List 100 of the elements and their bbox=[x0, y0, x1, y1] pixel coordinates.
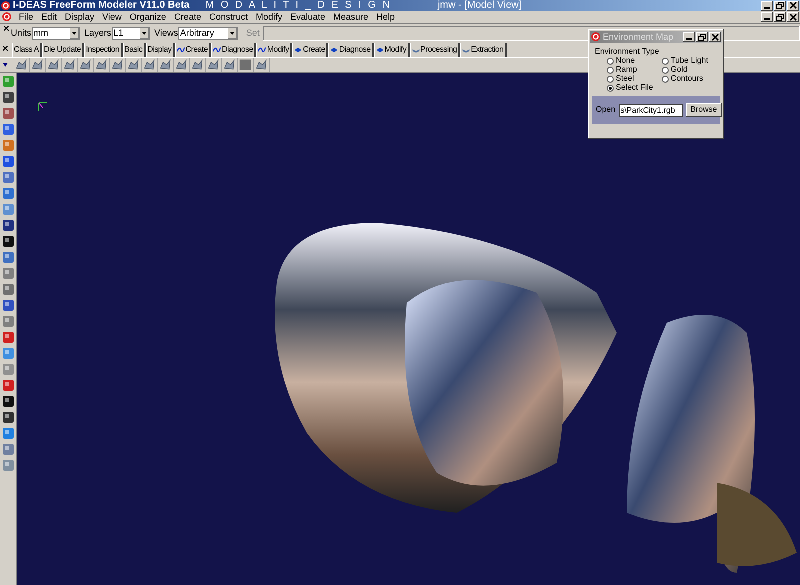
field-label: Layers bbox=[84, 29, 112, 38]
surface-tool-icon[interactable] bbox=[31, 58, 46, 72]
radio-option[interactable]: Gold bbox=[662, 66, 717, 74]
browse-button[interactable]: Browse bbox=[686, 103, 722, 117]
field-label: Views bbox=[154, 29, 178, 38]
toolbar-tab[interactable]: Class A bbox=[12, 43, 42, 57]
surface-icon bbox=[330, 46, 338, 54]
toolbar-tab[interactable]: Display bbox=[146, 43, 175, 57]
curve-icon bbox=[176, 46, 185, 54]
restore-button[interactable] bbox=[774, 0, 786, 10]
surface-tool-icon[interactable] bbox=[79, 58, 94, 72]
toolbar-tab[interactable]: Modify bbox=[374, 43, 410, 57]
radio-button-icon[interactable] bbox=[662, 58, 669, 64]
radio-button-icon[interactable] bbox=[607, 66, 614, 74]
curve-icon bbox=[212, 46, 221, 54]
surface-icon bbox=[376, 46, 384, 54]
surface-tool-icon[interactable] bbox=[47, 58, 62, 72]
radio-option[interactable]: Steel bbox=[607, 75, 662, 83]
toolbar-tab[interactable]: Processing bbox=[410, 43, 460, 57]
minimize-button[interactable] bbox=[761, 12, 773, 22]
surface-tool-icon[interactable] bbox=[255, 58, 270, 72]
toolbar-tab[interactable]: Diagnose bbox=[210, 43, 256, 57]
menu-item[interactable]: Measure bbox=[330, 12, 373, 22]
radio-button-icon[interactable] bbox=[662, 66, 669, 74]
dropdown-arrow-icon bbox=[140, 28, 149, 39]
restore-button[interactable] bbox=[774, 12, 786, 22]
dropdown-field[interactable]: Arbitrary bbox=[178, 27, 238, 40]
radio-button-icon[interactable] bbox=[607, 58, 614, 64]
tool-icon[interactable] bbox=[0, 394, 16, 409]
close-button[interactable] bbox=[709, 32, 721, 42]
file-path-field[interactable]: s\ParkCity1.rgb bbox=[618, 104, 683, 116]
app-logo-icon bbox=[1, 0, 11, 10]
menu-item[interactable]: Display bbox=[61, 12, 99, 22]
surface-icon bbox=[294, 46, 302, 54]
tool-icon[interactable] bbox=[0, 234, 16, 249]
surface-tool-icon[interactable] bbox=[63, 58, 78, 72]
surface-tool-icon[interactable] bbox=[111, 58, 126, 72]
menu-item[interactable]: Create bbox=[170, 12, 206, 22]
toolbar-tab[interactable]: Inspection bbox=[84, 43, 123, 57]
brand-text: M O D A L I T I _ D E S I G N bbox=[206, 0, 392, 10]
radio-button-icon[interactable] bbox=[607, 84, 614, 92]
close-icon bbox=[712, 34, 718, 40]
tool-icon[interactable] bbox=[0, 218, 16, 233]
menu-item[interactable]: Edit bbox=[38, 12, 62, 22]
minimize-button[interactable] bbox=[761, 0, 773, 10]
app-logo-icon bbox=[591, 32, 601, 42]
minimize-button[interactable] bbox=[683, 32, 695, 42]
toolbar-tab[interactable]: Modify bbox=[256, 43, 292, 57]
radio-option[interactable]: Select File bbox=[607, 84, 662, 92]
set-label: Set bbox=[246, 29, 260, 38]
radio-option[interactable]: None bbox=[607, 57, 662, 65]
tool-icon[interactable] bbox=[0, 90, 16, 105]
menu-item[interactable]: Construct bbox=[205, 12, 252, 22]
tool-icon[interactable] bbox=[0, 410, 16, 425]
dropdown-field[interactable]: L1 bbox=[112, 27, 150, 40]
surface-tool-icon[interactable] bbox=[127, 58, 142, 72]
toolbar-dropdown-icon[interactable] bbox=[3, 62, 8, 68]
window-title: I-DEAS FreeForm Modeler V11.0 Beta bbox=[13, 0, 190, 10]
axis-triad-icon bbox=[37, 101, 49, 113]
dropdown-field[interactable]: mm bbox=[32, 27, 80, 40]
document-title: jmw - [Model View] bbox=[438, 0, 522, 10]
surface-tool-icon[interactable] bbox=[223, 58, 238, 72]
surface-tool-icon[interactable] bbox=[15, 58, 30, 72]
radio-option[interactable]: Contours bbox=[662, 75, 717, 83]
surface-tool-icon[interactable] bbox=[191, 58, 206, 72]
minimize-icon bbox=[686, 38, 692, 40]
minimize-icon bbox=[764, 6, 770, 8]
surface-tool-icon[interactable] bbox=[159, 58, 174, 72]
menu-item[interactable]: Help bbox=[372, 12, 400, 22]
document-logo-icon bbox=[2, 12, 12, 22]
menu-item[interactable]: Evaluate bbox=[286, 12, 330, 22]
toolbar-tab[interactable]: Diagnose bbox=[328, 43, 374, 57]
radio-button-icon[interactable] bbox=[662, 76, 669, 82]
surface-tool-icon[interactable] bbox=[95, 58, 110, 72]
close-bar-icon[interactable] bbox=[3, 46, 8, 51]
close-button[interactable] bbox=[787, 0, 799, 10]
toolbar-tab[interactable]: Die Update bbox=[42, 43, 84, 57]
menu-item[interactable]: Modify bbox=[252, 12, 286, 22]
surface-tool-icon[interactable] bbox=[143, 58, 158, 72]
toolbar-tab[interactable]: Extraction bbox=[460, 43, 507, 57]
surface-tool-icon[interactable] bbox=[239, 58, 254, 72]
close-button[interactable] bbox=[787, 12, 799, 22]
menu-item[interactable]: View bbox=[98, 12, 126, 22]
radio-option[interactable]: Ramp bbox=[607, 66, 662, 74]
open-label: Open bbox=[596, 106, 616, 114]
surface-tool-icon[interactable] bbox=[207, 58, 222, 72]
toolbar-tab[interactable]: Create bbox=[174, 43, 211, 57]
close-bar-icon[interactable] bbox=[4, 26, 9, 31]
menu-item[interactable]: Organize bbox=[126, 12, 170, 22]
close-icon bbox=[790, 2, 796, 9]
minimize-icon bbox=[764, 18, 770, 20]
radio-option[interactable]: Tube Light bbox=[662, 57, 717, 65]
menu-item[interactable]: File bbox=[15, 12, 38, 22]
surface-tool-icon[interactable] bbox=[175, 58, 190, 72]
toolbar-tab[interactable]: Basic bbox=[122, 43, 146, 57]
restore-button[interactable] bbox=[696, 32, 708, 42]
radio-button-icon[interactable] bbox=[607, 76, 614, 82]
toolbar-tab[interactable]: Create bbox=[292, 43, 328, 57]
restore-icon bbox=[698, 34, 706, 40]
close-icon bbox=[790, 14, 796, 20]
